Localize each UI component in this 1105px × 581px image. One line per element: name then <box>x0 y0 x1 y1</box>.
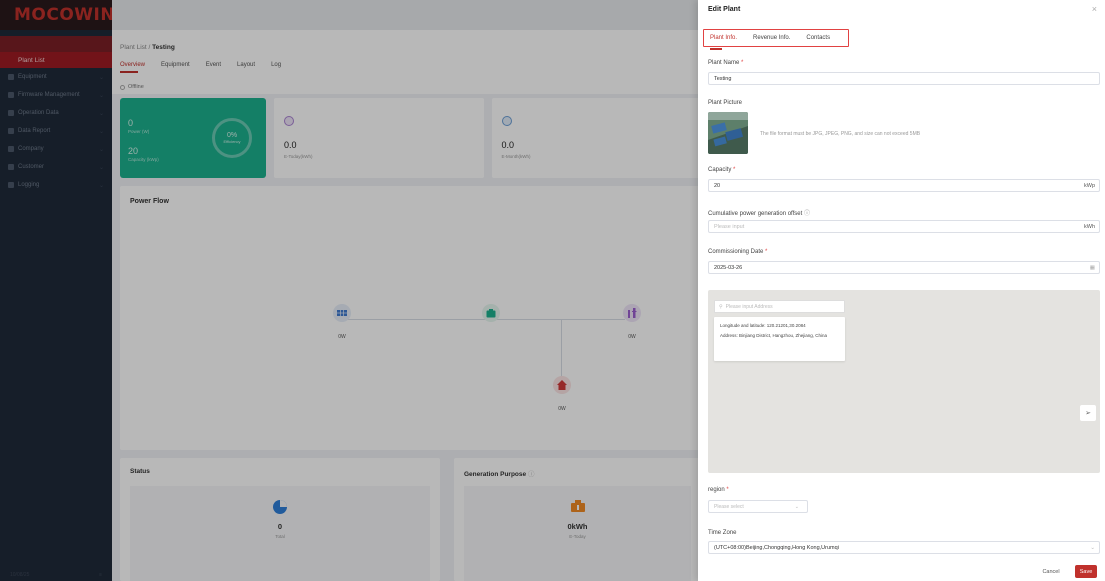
locate-icon[interactable]: ➢ <box>1080 405 1096 421</box>
search-icon: ⚲ <box>719 303 723 310</box>
map-location-popup: Longitude and latitude: 120.21201,30.208… <box>714 317 845 361</box>
offset-placeholder: Please input <box>714 223 745 230</box>
commissioning-label-text: Commissioning Date <box>708 249 764 255</box>
calendar-icon: ▦ <box>1089 264 1095 271</box>
commissioning-value: 2025-03-26 <box>714 264 743 271</box>
drawer-tabs: Plant Info. Revenue Info. Contacts <box>703 29 849 47</box>
app-root: MOCOWINI Plant List Equipment ⌄ Firmware … <box>0 0 1105 581</box>
commissioning-label: Commissioning Date * <box>708 249 768 255</box>
region-label: region * <box>708 487 729 493</box>
plant-name-input[interactable]: Testing <box>708 72 1100 85</box>
tab-revenue-info[interactable]: Revenue Info. <box>753 35 790 41</box>
edit-plant-drawer: Edit Plant × Plant Info. Revenue Info. C… <box>698 0 1105 581</box>
tab-plant-info[interactable]: Plant Info. <box>710 35 737 41</box>
chevron-down-icon: ⌄ <box>794 503 799 510</box>
plant-picture-label: Plant Picture <box>708 100 743 106</box>
capacity-label: Capacity * <box>708 167 736 173</box>
capacity-unit: kWp <box>1084 182 1095 189</box>
chevron-down-icon: ⌄ <box>1090 544 1095 551</box>
cancel-button[interactable]: Cancel <box>1036 565 1066 578</box>
region-placeholder: Please select <box>714 503 744 510</box>
plant-name-label-text: Plant Name <box>708 60 740 66</box>
offset-label: Cumulative power generation offset ⓘ <box>708 208 810 217</box>
capacity-input[interactable]: 20 kWp <box>708 179 1100 192</box>
capacity-input-value: 20 <box>714 182 721 189</box>
offset-label-text: Cumulative power generation offset <box>708 211 803 217</box>
plant-picture-hint: The file format must be JPG, JPEG, PNG, … <box>760 131 921 137</box>
location-map[interactable]: ⚲ Please input Address Longitude and lati… <box>708 290 1100 473</box>
plant-name-value: Testing <box>714 75 732 82</box>
close-icon[interactable]: × <box>1092 4 1097 14</box>
capacity-label-text: Capacity <box>708 167 732 173</box>
save-button[interactable]: Save <box>1075 565 1097 578</box>
drawer-title: Edit Plant <box>708 6 741 13</box>
map-search-placeholder: Please input Address <box>725 303 773 310</box>
help-icon[interactable]: ⓘ <box>804 211 810 217</box>
commissioning-date-picker[interactable]: 2025-03-26 ▦ <box>708 261 1100 274</box>
offset-input[interactable]: Please input kWh <box>708 220 1100 233</box>
offset-unit: kWh <box>1084 223 1095 230</box>
region-select[interactable]: Please select ⌄ <box>708 500 808 513</box>
timezone-value: (UTC+08:00)Beijing,Chongqing,Hong Kong,U… <box>714 544 839 551</box>
map-search-input[interactable]: ⚲ Please input Address <box>714 300 845 313</box>
drawer-tab-indicator <box>710 48 722 50</box>
modal-overlay[interactable] <box>0 0 698 581</box>
map-coordinates: Longitude and latitude: 120.21201,30.208… <box>720 323 806 328</box>
map-address: Address: Binjiang District, Hangzhou, Zh… <box>720 332 828 338</box>
plant-picture-thumbnail[interactable] <box>708 112 748 154</box>
plant-name-label: Plant Name * <box>708 60 744 66</box>
tab-contacts[interactable]: Contacts <box>806 35 830 41</box>
region-label-text: region <box>708 487 725 493</box>
timezone-label: Time Zone <box>708 530 737 536</box>
timezone-select[interactable]: (UTC+08:00)Beijing,Chongqing,Hong Kong,U… <box>708 541 1100 554</box>
